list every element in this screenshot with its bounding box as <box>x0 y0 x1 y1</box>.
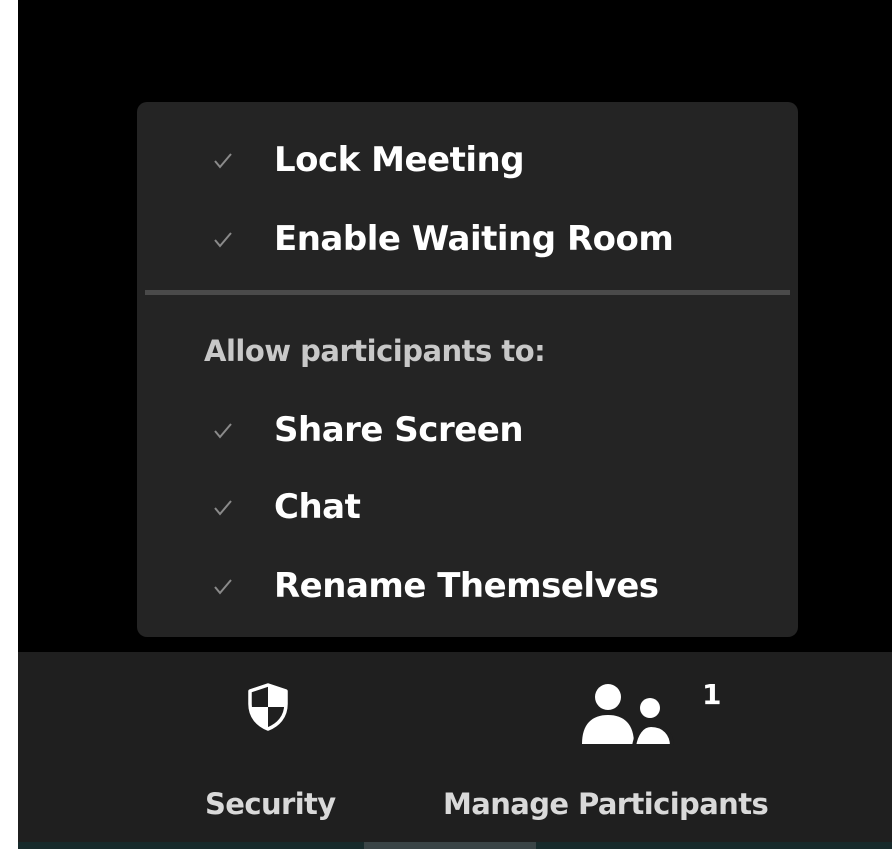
menu-item-label: Chat <box>274 487 361 528</box>
menu-item-label: Share Screen <box>274 410 524 451</box>
menu-item-label: Enable Waiting Room <box>274 219 674 260</box>
meeting-window: Lock Meeting Enable Waiting Room Allow p… <box>18 0 892 849</box>
menu-item-chat[interactable]: Chat <box>137 472 798 544</box>
toolbar-bottom-edge <box>18 842 892 849</box>
menu-divider <box>145 290 790 295</box>
checkmark-icon <box>214 153 232 169</box>
menu-item-share-screen[interactable]: Share Screen <box>137 395 798 467</box>
menu-section-header: Allow participants to: <box>204 334 546 368</box>
menu-item-label: Lock Meeting <box>274 140 525 181</box>
checkmark-icon <box>214 423 232 439</box>
menu-item-lock-meeting[interactable]: Lock Meeting <box>137 125 798 197</box>
security-button[interactable]: Security <box>188 652 378 842</box>
meeting-toolbar: Security 1 Manage Participants <box>18 652 892 842</box>
manage-participants-label: Manage Participants <box>443 787 769 821</box>
participants-count-badge: 1 <box>702 678 722 711</box>
shield-icon <box>248 683 288 731</box>
checkmark-icon <box>214 500 232 516</box>
participants-icon <box>582 684 675 748</box>
menu-item-label: Rename Themselves <box>274 566 659 607</box>
security-label: Security <box>205 787 336 821</box>
scroll-indicator <box>364 842 536 849</box>
menu-item-rename-themselves[interactable]: Rename Themselves <box>137 551 798 623</box>
checkmark-icon <box>214 579 232 595</box>
checkmark-icon <box>214 232 232 248</box>
security-menu: Lock Meeting Enable Waiting Room Allow p… <box>137 102 798 637</box>
manage-participants-button[interactable]: 1 Manage Participants <box>438 652 858 842</box>
menu-item-enable-waiting-room[interactable]: Enable Waiting Room <box>137 204 798 276</box>
